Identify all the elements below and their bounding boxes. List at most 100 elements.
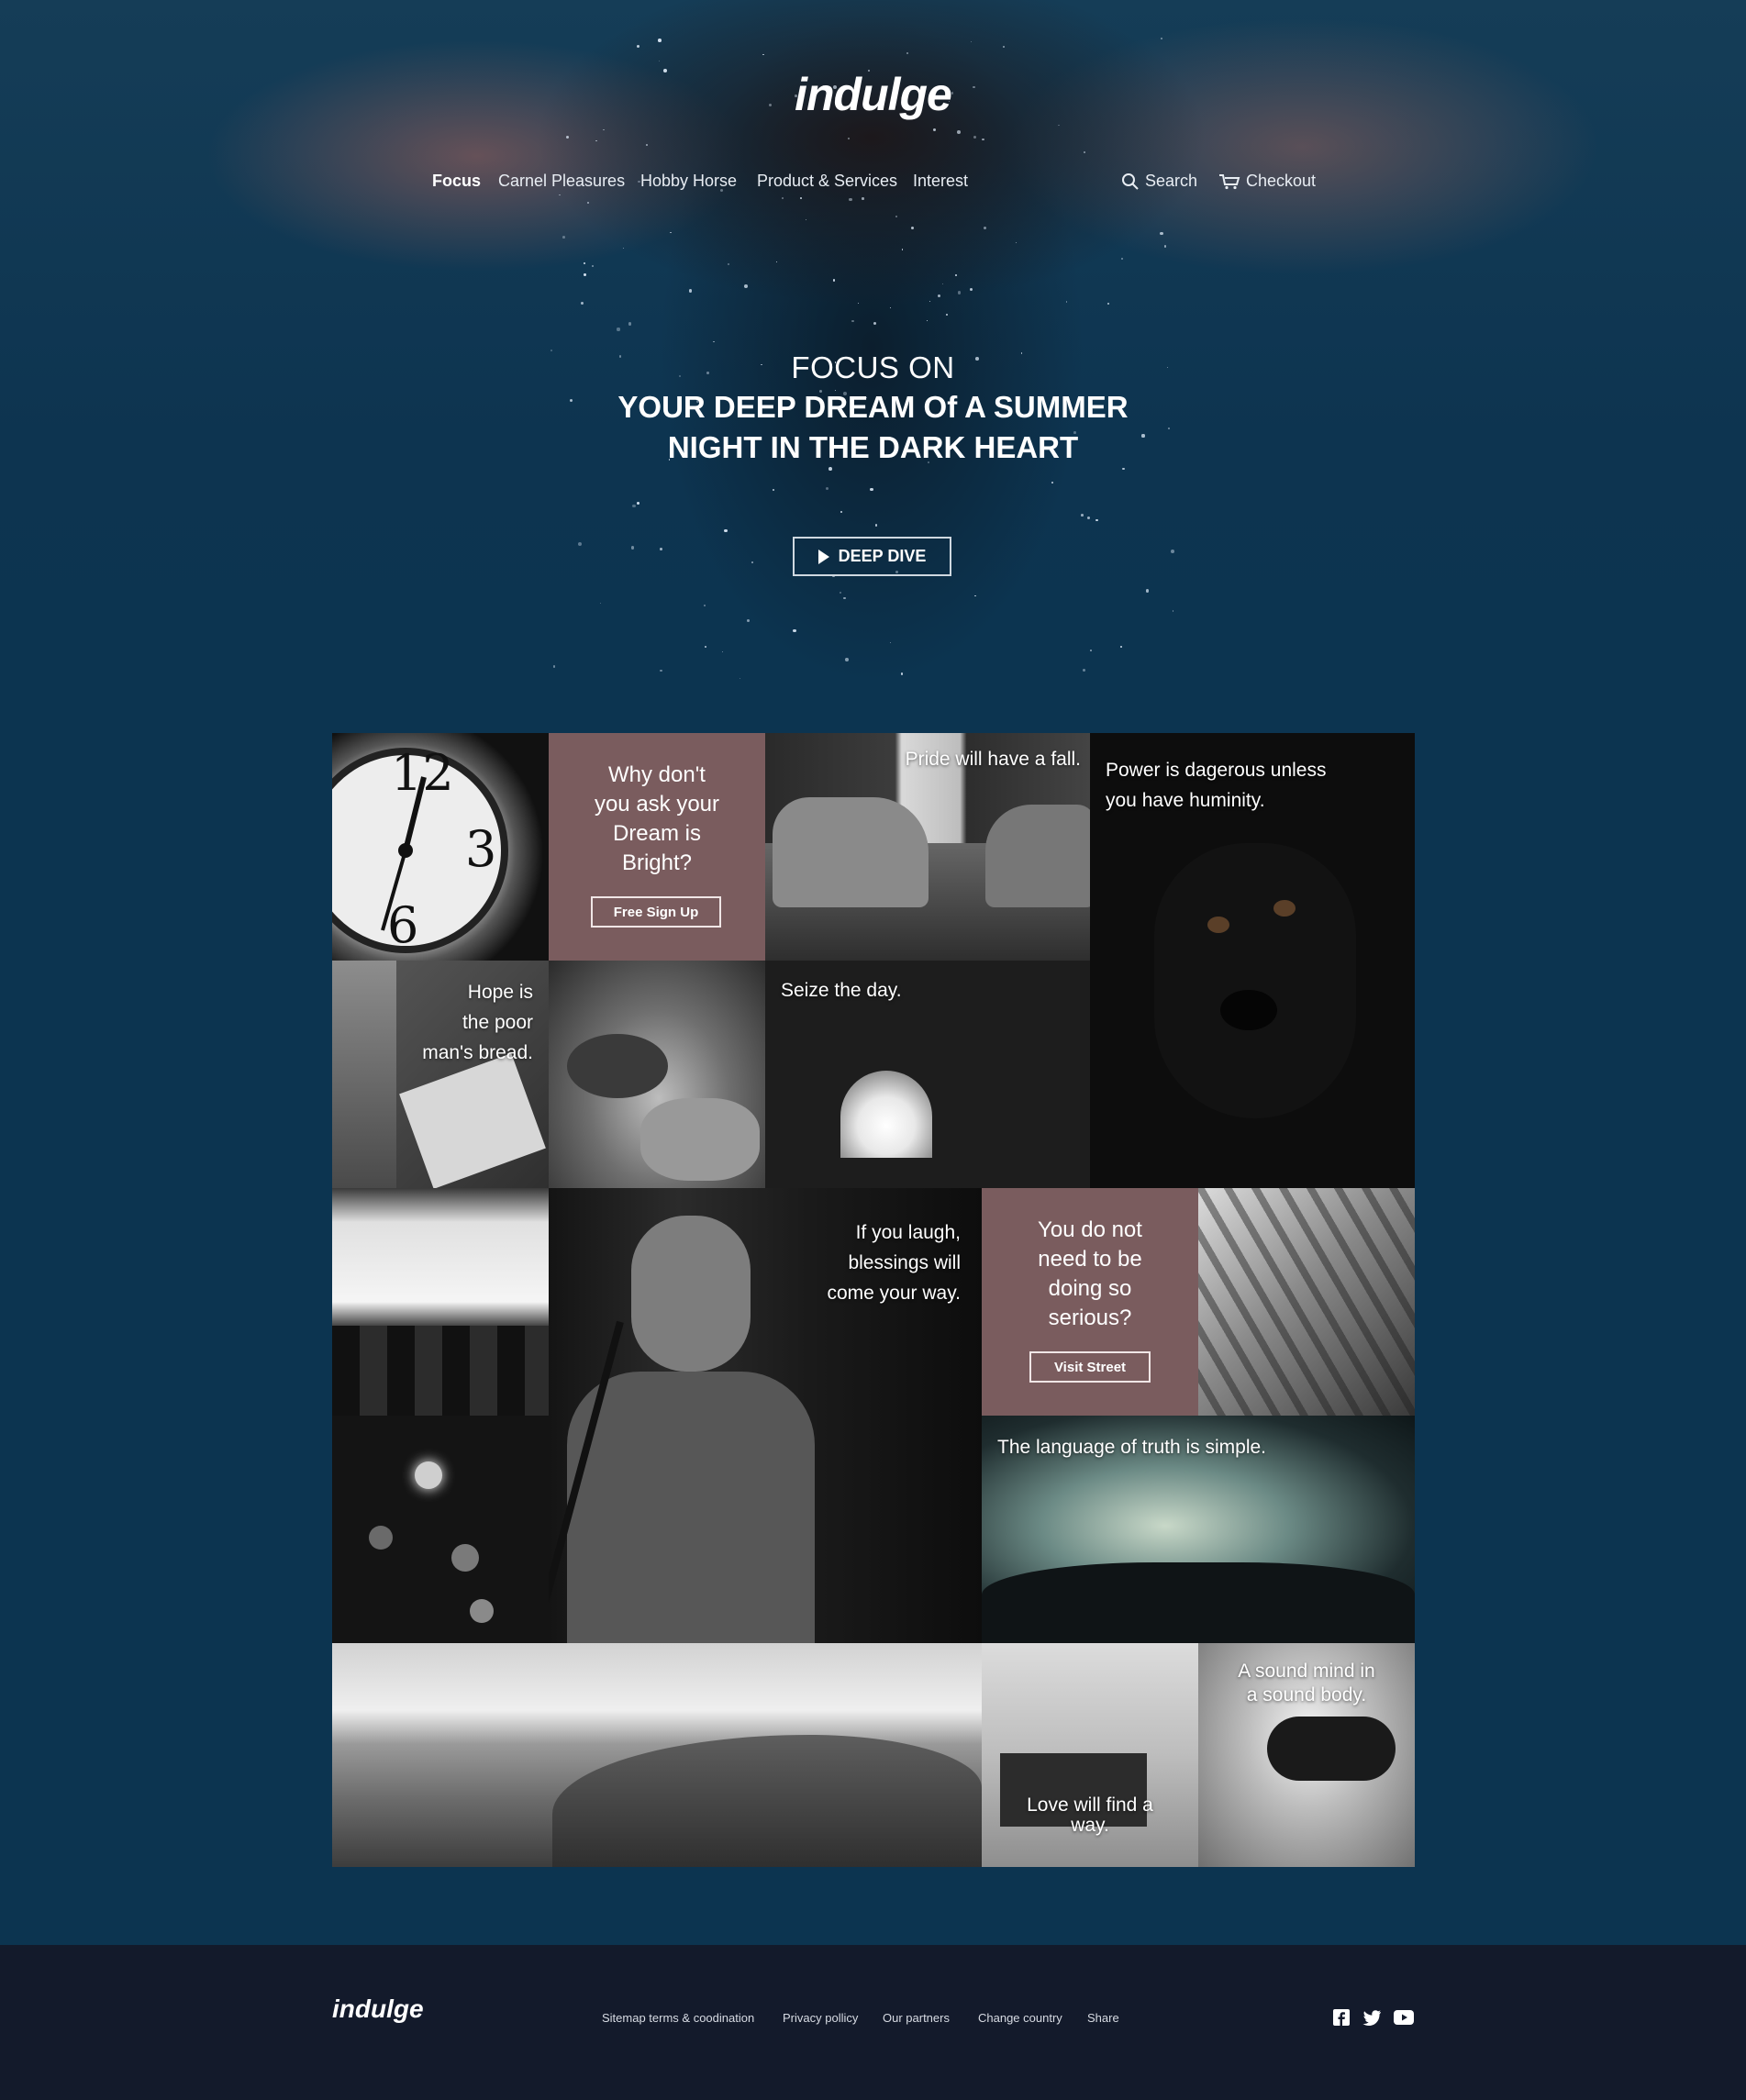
star-decoration xyxy=(744,284,748,289)
tile-signup: Why don't you ask your Dream is Bright? … xyxy=(549,733,765,961)
tile-concert[interactable]: The language of truth is simple. xyxy=(982,1416,1415,1643)
facebook-icon[interactable] xyxy=(1333,2009,1350,2026)
star-decoration xyxy=(782,197,784,200)
search-icon xyxy=(1121,172,1140,191)
checkout-link[interactable]: Checkout xyxy=(1218,172,1316,191)
signup-line4: Bright? xyxy=(621,850,693,875)
star-decoration xyxy=(645,144,648,146)
star-decoration xyxy=(982,138,985,141)
star-decoration xyxy=(688,289,692,293)
nav-item-interest[interactable]: Interest xyxy=(913,172,968,191)
star-decoration xyxy=(1065,301,1068,303)
nav-item-focus[interactable]: Focus xyxy=(432,172,481,191)
cars-caption: Pride will have a fall. xyxy=(905,749,1081,770)
youtube-icon[interactable] xyxy=(1394,2010,1414,2025)
star-decoration xyxy=(1016,241,1018,244)
site-logo[interactable]: indulge xyxy=(0,68,1746,121)
search-link[interactable]: Search xyxy=(1121,172,1197,191)
tile-bokeh[interactable] xyxy=(332,1416,549,1643)
star-decoration xyxy=(956,130,961,135)
star-decoration xyxy=(826,486,829,490)
twitter-icon[interactable] xyxy=(1362,2009,1381,2026)
tile-cars[interactable]: Pride will have a fall. xyxy=(765,733,1090,961)
tile-laptop[interactable]: Hope is the poor man's bread. xyxy=(332,961,549,1188)
star-decoration xyxy=(874,523,878,527)
tile-clock[interactable]: 12 3 6 xyxy=(332,733,549,961)
star-decoration xyxy=(583,262,585,265)
dog-image xyxy=(1154,843,1356,1118)
tile-cafe[interactable] xyxy=(332,1188,549,1416)
nav-item-hobby-horse[interactable]: Hobby Horse xyxy=(640,172,737,191)
star-decoration xyxy=(617,328,620,331)
star-decoration xyxy=(595,140,597,142)
star-decoration xyxy=(1090,649,1093,651)
star-decoration xyxy=(955,274,958,277)
deep-dive-button[interactable]: DEEP DIVE xyxy=(793,537,951,576)
tile-station[interactable] xyxy=(1198,1188,1415,1416)
footer-link-sitemap[interactable]: Sitemap terms & coodination xyxy=(602,2011,754,2025)
svg-text:6: 6 xyxy=(387,896,418,954)
star-decoration xyxy=(971,41,973,43)
tile-singer[interactable]: If you laugh, blessings will come your w… xyxy=(549,1188,982,1643)
star-decoration xyxy=(799,196,802,199)
singer-caption-line3: come your way. xyxy=(827,1283,962,1304)
star-decoration xyxy=(772,488,775,492)
star-decoration xyxy=(857,303,859,305)
footer-link-privacy[interactable]: Privacy pollicy xyxy=(783,2011,858,2025)
star-decoration xyxy=(927,319,929,322)
tunnel-caption: Seize the day. xyxy=(781,980,902,1001)
footer-link-partners[interactable]: Our partners xyxy=(883,2011,950,2025)
street-line3: doing so xyxy=(1048,1276,1132,1301)
star-decoration xyxy=(901,249,904,250)
tile-field[interactable] xyxy=(332,1643,982,1867)
tile-tunnel[interactable]: Seize the day. xyxy=(765,961,1090,1188)
star-decoration xyxy=(636,501,639,505)
singer-body xyxy=(567,1372,815,1643)
free-signup-button[interactable]: Free Sign Up xyxy=(591,896,721,928)
street-line1: You do not xyxy=(1038,1217,1142,1242)
tile-leaves[interactable] xyxy=(549,961,765,1188)
nav-item-product-services[interactable]: Product & Services xyxy=(757,172,897,191)
star-decoration xyxy=(705,646,707,648)
visit-street-button[interactable]: Visit Street xyxy=(1029,1351,1151,1383)
star-decoration xyxy=(969,287,973,292)
star-decoration xyxy=(900,672,904,675)
footer-link-share[interactable]: Share xyxy=(1087,2011,1119,2025)
dog-caption-line2: you have huminity. xyxy=(1106,790,1265,811)
leaf-shape xyxy=(640,1098,760,1181)
tile-controller[interactable]: A sound mind in a sound body. xyxy=(1198,1643,1415,1867)
star-decoration xyxy=(724,528,728,533)
star-decoration xyxy=(847,137,851,140)
star-decoration xyxy=(746,619,750,623)
dog-eye-right xyxy=(1273,900,1296,917)
star-decoration xyxy=(584,273,586,276)
star-decoration xyxy=(1081,514,1084,517)
star-decoration xyxy=(1160,38,1162,40)
star-decoration xyxy=(957,291,962,294)
star-decoration xyxy=(728,262,730,265)
star-decoration xyxy=(1163,245,1166,248)
signup-line3: Dream is xyxy=(612,821,701,846)
star-decoration xyxy=(839,591,842,594)
footer-logo[interactable]: indulge xyxy=(332,1994,424,2024)
star-decoration xyxy=(1107,302,1110,306)
leaves-image xyxy=(567,1034,668,1098)
star-decoration xyxy=(1084,150,1086,153)
clock-image: 12 3 6 xyxy=(332,744,508,954)
star-decoration xyxy=(559,194,561,196)
laptop-caption-line1: Hope is xyxy=(467,982,533,1003)
footer-link-change-country[interactable]: Change country xyxy=(978,2011,1062,2025)
tile-bench[interactable]: Love will find a way. xyxy=(982,1643,1198,1867)
star-decoration xyxy=(1058,124,1060,127)
dog-nose xyxy=(1220,990,1277,1030)
star-decoration xyxy=(889,642,891,644)
hero-title-line1: YOUR DEEP DREAM Of A SUMMER xyxy=(617,390,1129,424)
star-decoration xyxy=(776,261,778,263)
star-decoration xyxy=(929,300,931,303)
dog-eye-left xyxy=(1207,917,1229,933)
star-decoration xyxy=(762,54,764,56)
hero-title-line2: NIGHT IN THE DARK HEART xyxy=(667,430,1079,464)
nav-item-carnel-pleasures[interactable]: Carnel Pleasures xyxy=(498,172,625,191)
controller-caption-line2: a sound body. xyxy=(1246,1684,1367,1706)
tile-dog[interactable]: Power is dagerous unless you have humini… xyxy=(1090,733,1415,1188)
